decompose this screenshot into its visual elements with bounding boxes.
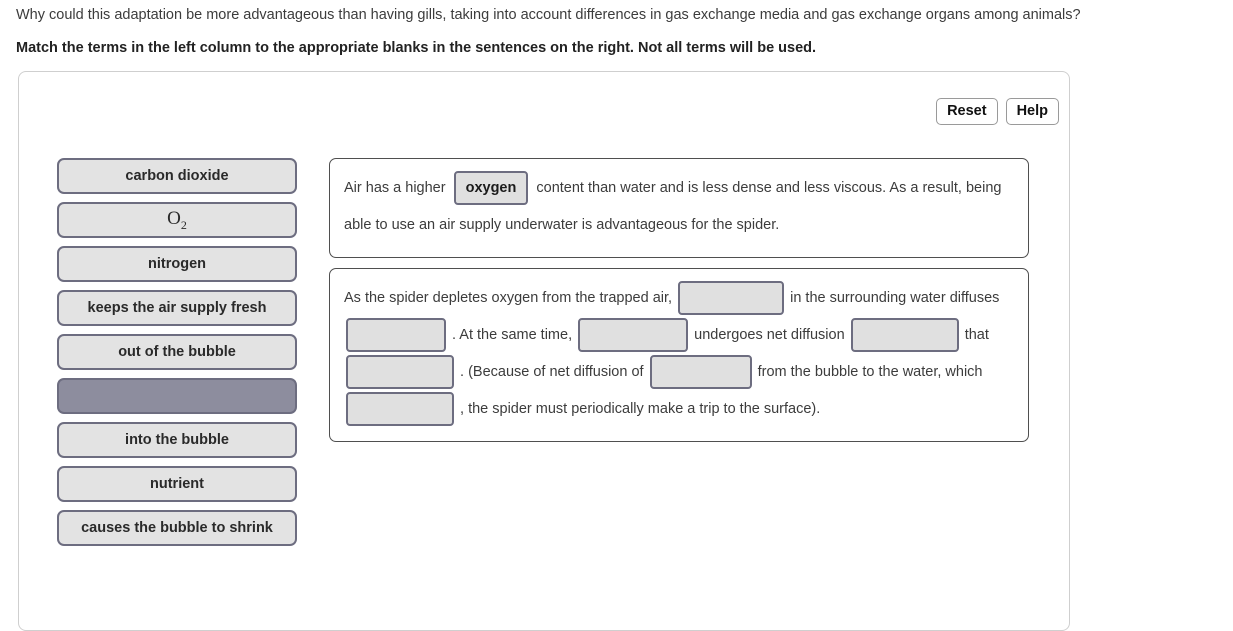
term-label: nitrogen — [148, 256, 206, 272]
term-tile[interactable]: O2 — [57, 202, 297, 238]
reset-button[interactable]: Reset — [936, 98, 998, 125]
term-tile[interactable]: nitrogen — [57, 246, 297, 282]
terms-column: carbon dioxide O2 nitrogen keeps the air su… — [57, 158, 297, 554]
term-tile[interactable]: out of the bubble — [57, 334, 297, 370]
term-tile-used[interactable] — [57, 378, 297, 414]
sentence-text: , the spider must periodically make a tr… — [456, 401, 821, 417]
term-label: out of the bubble — [118, 344, 236, 360]
term-tile[interactable]: causes the bubble to shrink — [57, 510, 297, 546]
activity-toolbar: Reset Help — [936, 98, 1059, 125]
sentence-text: As the spider depletes oxygen from the t… — [344, 290, 677, 306]
answer-blank[interactable] — [578, 318, 689, 353]
answer-blank[interactable] — [346, 392, 454, 427]
term-tile[interactable]: into the bubble — [57, 422, 297, 458]
term-label: causes the bubble to shrink — [81, 520, 273, 536]
sentence-box: Air has a higher oxygen content than wat… — [329, 158, 1029, 258]
answer-blank[interactable] — [346, 318, 446, 353]
sentence-text: undergoes net diffusion — [690, 327, 849, 343]
answer-blank[interactable] — [346, 355, 454, 390]
prompt-question: Why could this adaptation be more advant… — [16, 7, 1081, 23]
term-tile[interactable]: carbon dioxide — [57, 158, 297, 194]
answer-filled[interactable]: oxygen — [453, 171, 529, 206]
term-label: keeps the air supply fresh — [87, 300, 267, 316]
answer-blank[interactable] — [850, 318, 959, 353]
prompt-instruction: Match the terms in the left column to th… — [16, 40, 817, 56]
answer-blank[interactable] — [649, 355, 752, 390]
help-button[interactable]: Help — [1005, 98, 1059, 125]
term-label: into the bubble — [125, 432, 229, 448]
term-label: nutrient — [150, 476, 204, 492]
sentence-text: . At the same time, — [448, 327, 577, 343]
sentence-text: Air has a higher — [344, 180, 450, 196]
term-label: O2 — [167, 207, 187, 232]
term-tile[interactable]: keeps the air supply fresh — [57, 290, 297, 326]
sentence-text: from the bubble to the water, which — [753, 364, 983, 380]
matching-activity-panel: Reset Help carbon dioxide O2 nitrogen keeps… — [18, 71, 1070, 631]
sentence-box: As the spider depletes oxygen from the t… — [329, 268, 1029, 442]
sentence-text: . (Because of net diffusion of — [456, 364, 648, 380]
term-tile[interactable]: nutrient — [57, 466, 297, 502]
sentences-column: Air has a higher oxygen content than wat… — [329, 158, 1029, 452]
answer-blank[interactable] — [678, 281, 785, 316]
sentence-text: in the surrounding water diffuses — [786, 290, 1000, 306]
sentence-text: that — [960, 327, 989, 343]
term-label: carbon dioxide — [125, 168, 229, 184]
